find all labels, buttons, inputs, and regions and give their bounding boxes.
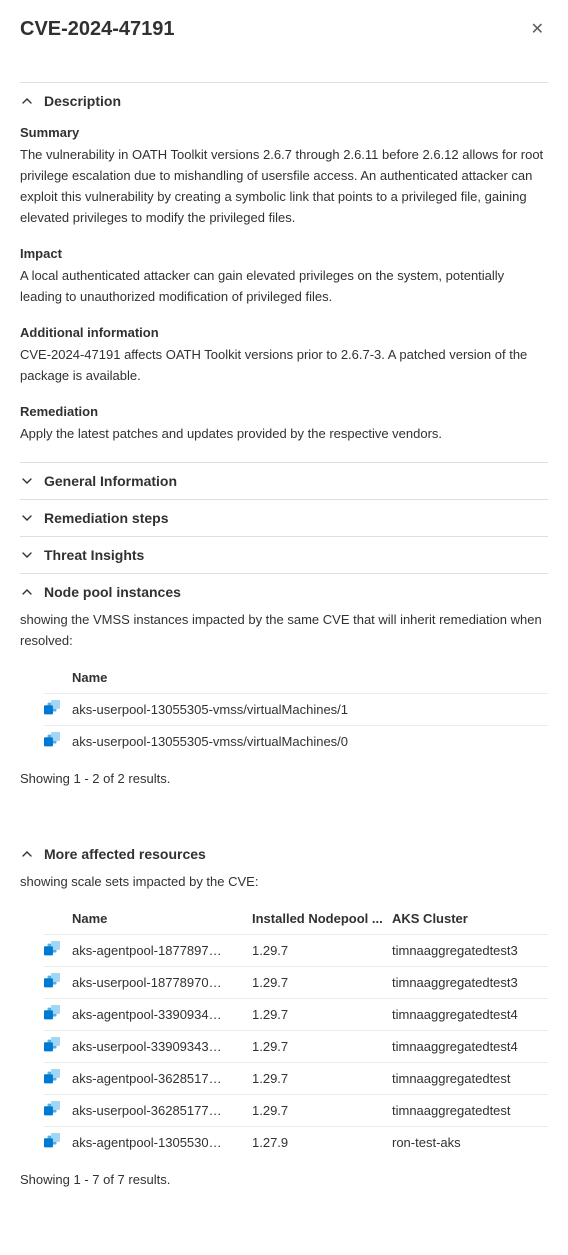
vmss-icon [44, 732, 60, 751]
additional-info-label: Additional information [20, 325, 548, 340]
close-icon: ✕ [531, 21, 544, 38]
resource-name: aks-agentpool-3628517… [72, 1071, 252, 1086]
resource-name: aks-agentpool-1877897… [72, 943, 252, 958]
section-toggle-general-information[interactable]: General Information [20, 463, 548, 499]
aks-cluster: timnaaggregatedtest4 [392, 1007, 548, 1022]
section-general-information: General Information [20, 463, 548, 500]
additional-info-text: CVE-2024-47191 affects OATH Toolkit vers… [20, 344, 548, 386]
aks-cluster: ron-test-aks [392, 1135, 548, 1150]
resource-name: aks-userpool-33909343… [72, 1039, 252, 1054]
table-header: Name [44, 662, 548, 693]
table-row[interactable]: aks-userpool-36285177…1.29.7timnaaggrega… [44, 1094, 548, 1126]
section-description: Description Summary The vulnerability in… [20, 83, 548, 463]
summary-label: Summary [20, 125, 548, 140]
section-node-pool-instances: Node pool instances showing the VMSS ins… [20, 574, 548, 812]
section-more-affected-resources: More affected resources showing scale se… [20, 836, 548, 1213]
column-header-cluster[interactable]: AKS Cluster [392, 911, 548, 926]
more-affected-results: Showing 1 - 7 of 7 results. [20, 1172, 548, 1187]
close-button[interactable]: ✕ [527, 18, 548, 42]
more-affected-intro: showing scale sets impacted by the CVE: [20, 872, 548, 893]
resource-name: aks-userpool-36285177… [72, 1103, 252, 1118]
instance-name: aks-userpool-13055305-vmss/virtualMachin… [72, 702, 548, 717]
chevron-down-icon [20, 548, 34, 562]
remediation-label: Remediation [20, 404, 548, 419]
section-title-description: Description [44, 93, 121, 109]
aks-cluster: timnaaggregatedtest3 [392, 943, 548, 958]
resource-name: aks-agentpool-1305530… [72, 1135, 252, 1150]
impact-label: Impact [20, 246, 548, 261]
section-toggle-remediation-steps[interactable]: Remediation steps [20, 500, 548, 536]
vmss-icon [44, 1037, 60, 1056]
section-toggle-more-affected-resources[interactable]: More affected resources [20, 836, 548, 872]
aks-cluster: timnaaggregatedtest [392, 1103, 548, 1118]
aks-cluster: timnaaggregatedtest4 [392, 1039, 548, 1054]
installed-version: 1.29.7 [252, 975, 392, 990]
section-title-threat-insights: Threat Insights [44, 547, 144, 563]
chevron-down-icon [20, 511, 34, 525]
section-title-node-pool-instances: Node pool instances [44, 584, 181, 600]
installed-version: 1.27.9 [252, 1135, 392, 1150]
installed-version: 1.29.7 [252, 1103, 392, 1118]
chevron-down-icon [20, 474, 34, 488]
section-toggle-node-pool-instances[interactable]: Node pool instances [20, 574, 548, 610]
table-row[interactable]: aks-userpool-13055305-vmss/virtualMachin… [44, 693, 548, 725]
node-pool-table: Name aks-userpool-13055305-vmss/virtualM… [44, 662, 548, 757]
section-remediation-steps: Remediation steps [20, 500, 548, 537]
table-header: Name Installed Nodepool ... AKS Cluster [44, 903, 548, 934]
page-title: CVE-2024-47191 [20, 18, 175, 41]
aks-cluster: timnaaggregatedtest3 [392, 975, 548, 990]
vmss-icon [44, 1101, 60, 1120]
chevron-up-icon [20, 585, 34, 599]
resource-name: aks-userpool-18778970… [72, 975, 252, 990]
node-pool-results: Showing 1 - 2 of 2 results. [20, 771, 548, 786]
installed-version: 1.29.7 [252, 943, 392, 958]
installed-version: 1.29.7 [252, 1039, 392, 1054]
vmss-icon [44, 1069, 60, 1088]
vmss-icon [44, 941, 60, 960]
column-header-name[interactable]: Name [72, 911, 252, 926]
installed-version: 1.29.7 [252, 1007, 392, 1022]
vmss-icon [44, 1133, 60, 1152]
resource-name: aks-agentpool-3390934… [72, 1007, 252, 1022]
remediation-text: Apply the latest patches and updates pro… [20, 423, 548, 444]
summary-text: The vulnerability in OATH Toolkit versio… [20, 144, 548, 228]
aks-cluster: timnaaggregatedtest [392, 1071, 548, 1086]
vmss-icon [44, 700, 60, 719]
table-row[interactable]: aks-agentpool-3390934…1.29.7timnaaggrega… [44, 998, 548, 1030]
section-toggle-threat-insights[interactable]: Threat Insights [20, 537, 548, 573]
section-toggle-description[interactable]: Description [20, 83, 548, 119]
section-title-general-information: General Information [44, 473, 177, 489]
table-row[interactable]: aks-userpool-13055305-vmss/virtualMachin… [44, 725, 548, 757]
chevron-up-icon [20, 847, 34, 861]
node-pool-intro: showing the VMSS instances impacted by t… [20, 610, 548, 652]
section-threat-insights: Threat Insights [20, 537, 548, 574]
table-row[interactable]: aks-agentpool-1305530…1.27.9ron-test-aks [44, 1126, 548, 1158]
installed-version: 1.29.7 [252, 1071, 392, 1086]
table-row[interactable]: aks-userpool-18778970…1.29.7timnaaggrega… [44, 966, 548, 998]
chevron-up-icon [20, 94, 34, 108]
section-title-more-affected-resources: More affected resources [44, 846, 206, 862]
table-row[interactable]: aks-agentpool-3628517…1.29.7timnaaggrega… [44, 1062, 548, 1094]
impact-text: A local authenticated attacker can gain … [20, 265, 548, 307]
more-affected-table: Name Installed Nodepool ... AKS Cluster … [44, 903, 548, 1158]
table-row[interactable]: aks-userpool-33909343…1.29.7timnaaggrega… [44, 1030, 548, 1062]
column-header-name[interactable]: Name [72, 670, 548, 685]
table-row[interactable]: aks-agentpool-1877897…1.29.7timnaaggrega… [44, 934, 548, 966]
column-header-installed[interactable]: Installed Nodepool ... [252, 911, 392, 926]
vmss-icon [44, 1005, 60, 1024]
section-title-remediation-steps: Remediation steps [44, 510, 168, 526]
vmss-icon [44, 973, 60, 992]
instance-name: aks-userpool-13055305-vmss/virtualMachin… [72, 734, 548, 749]
